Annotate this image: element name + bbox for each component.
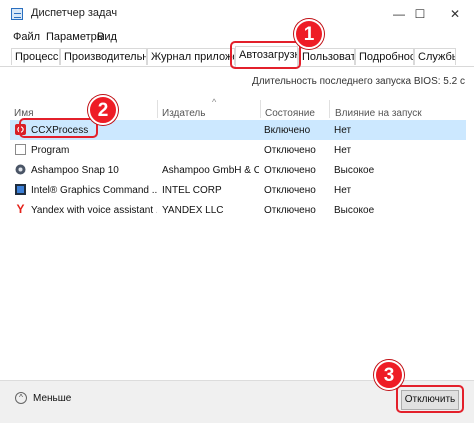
column-divider[interactable] <box>157 100 158 118</box>
row-state: Отключено <box>264 205 316 216</box>
sort-up-icon: ^ <box>212 97 217 107</box>
step-marker-3: 3 <box>374 360 404 390</box>
row-impact: Нет <box>334 125 352 136</box>
title-bar: Диспетчер задач — ☐ ✕ <box>0 0 474 28</box>
row-name: Intel® Graphics Command ... <box>31 185 157 196</box>
ccx-row-highlight <box>19 118 98 138</box>
chevron-up-icon[interactable]: ^ <box>15 392 27 404</box>
menu-file[interactable]: Файл <box>13 31 40 43</box>
intel-icon <box>15 184 26 195</box>
row-state: Включено <box>264 125 311 136</box>
row-state: Отключено <box>264 165 316 176</box>
minimize-button[interactable]: — <box>390 5 408 23</box>
row-publisher: INTEL CORP <box>162 185 222 196</box>
table-row[interactable]: Program Отключено Нет <box>10 140 466 160</box>
bios-time-label: Длительность последнего запуска BIOS: 5.… <box>252 76 465 87</box>
task-manager-window: Диспетчер задач — ☐ ✕ Файл Параметры Вид… <box>0 0 474 423</box>
table-row[interactable]: Y Yandex with voice assistant ... YANDEX… <box>10 200 466 220</box>
menu-options[interactable]: Параметры <box>46 31 105 43</box>
tab-performance[interactable]: Производительность <box>60 48 147 65</box>
row-state: Отключено <box>264 145 316 156</box>
table-row[interactable]: Ashampoo Snap 10 Ashampoo GmbH & Co... О… <box>10 160 466 180</box>
program-icon <box>15 144 26 155</box>
disable-button-highlight <box>396 385 464 413</box>
close-button[interactable]: ✕ <box>446 5 464 23</box>
startup-tab-highlight <box>230 41 301 69</box>
row-name: Yandex with voice assistant ... <box>31 205 157 216</box>
table-row[interactable]: Intel® Graphics Command ... INTEL CORP О… <box>10 180 466 200</box>
row-publisher: YANDEX LLC <box>162 205 224 216</box>
row-name: Ashampoo Snap 10 <box>31 165 119 176</box>
row-impact: Высокое <box>334 165 375 176</box>
maximize-button[interactable]: ☐ <box>411 5 429 23</box>
menu-view[interactable]: Вид <box>97 31 117 43</box>
tab-services[interactable]: Службы <box>414 48 456 65</box>
tab-details[interactable]: Подробности <box>355 48 414 65</box>
row-publisher: Ashampoo GmbH & Co... <box>162 165 259 176</box>
ashampoo-icon <box>15 164 26 175</box>
row-impact: Высокое <box>334 205 375 216</box>
column-divider[interactable] <box>260 100 261 118</box>
task-manager-icon <box>11 8 23 20</box>
row-state: Отключено <box>264 185 316 196</box>
row-impact: Нет <box>334 145 352 156</box>
yandex-icon: Y <box>16 202 25 216</box>
fewer-details-link[interactable]: Меньше <box>33 393 71 404</box>
step-marker-2: 2 <box>88 95 118 125</box>
window-title: Диспетчер задач <box>31 7 118 19</box>
column-impact[interactable]: Влияние на запуск <box>335 108 422 119</box>
row-impact: Нет <box>334 185 352 196</box>
column-headers: ^ Имя Издатель Состояние Влияние на запу… <box>10 97 466 119</box>
column-state[interactable]: Состояние <box>265 108 315 119</box>
column-publisher[interactable]: Издатель <box>162 108 205 119</box>
tab-app-history[interactable]: Журнал приложений <box>147 48 235 65</box>
tab-processes[interactable]: Процессы <box>11 48 60 65</box>
step-marker-1: 1 <box>294 19 324 49</box>
tab-users[interactable]: Пользователи <box>298 48 355 65</box>
row-name: Program <box>31 145 70 156</box>
column-divider[interactable] <box>329 100 330 118</box>
